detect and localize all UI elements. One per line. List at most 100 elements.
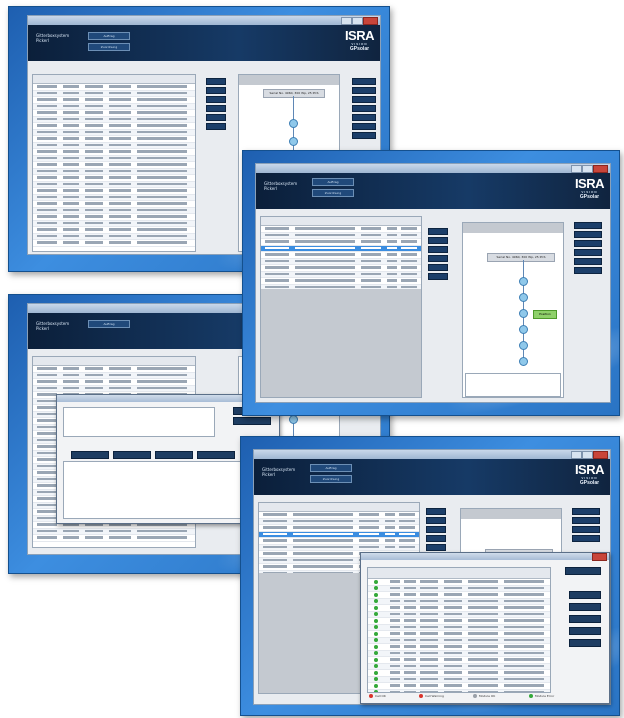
table-cell	[390, 684, 400, 687]
header-button-assign[interactable]: Zuordnung	[312, 189, 354, 197]
window-minimize-icon[interactable]	[571, 165, 582, 173]
tree-node[interactable]	[519, 341, 528, 350]
table-cell	[63, 367, 79, 370]
dialog-action-button[interactable]	[197, 451, 235, 459]
header-button-assign[interactable]: Zuordnung	[310, 475, 352, 483]
side-button[interactable]	[206, 78, 226, 85]
selected-position-node[interactable]: Position	[533, 310, 557, 319]
table-row[interactable]	[33, 240, 195, 247]
table-row[interactable]	[368, 689, 550, 692]
side-button[interactable]	[428, 228, 448, 235]
side-button[interactable]	[574, 258, 602, 265]
side-button[interactable]	[206, 96, 226, 103]
data-table[interactable]	[32, 74, 196, 252]
side-button[interactable]	[352, 105, 376, 112]
table-cell	[504, 593, 544, 596]
table-cell	[390, 651, 400, 654]
side-button[interactable]	[572, 508, 600, 515]
tree-node[interactable]	[289, 415, 298, 424]
table-cell	[361, 227, 381, 230]
window-minimize-icon[interactable]	[341, 17, 352, 25]
table-cell	[444, 580, 462, 583]
side-button[interactable]	[574, 249, 602, 256]
tree-node[interactable]	[519, 293, 528, 302]
side-button[interactable]	[206, 123, 226, 130]
side-button[interactable]	[428, 237, 448, 244]
side-button[interactable]	[352, 114, 376, 121]
side-button[interactable]	[426, 517, 446, 524]
table-cell	[504, 671, 544, 674]
window-close-icon[interactable]	[363, 17, 378, 25]
header-button-order[interactable]: Auftrag	[312, 178, 354, 186]
window-maximize-icon[interactable]	[352, 17, 363, 25]
side-button[interactable]	[574, 267, 602, 274]
table-body	[33, 84, 195, 247]
table-cell	[63, 373, 79, 376]
header-button-order[interactable]: Auftrag	[88, 32, 130, 40]
side-button[interactable]	[428, 264, 448, 271]
tree-node-root[interactable]: Serial No. 4960, 300 Wp, 25 PCS	[263, 89, 325, 98]
tree-node[interactable]	[519, 277, 528, 286]
tree-node[interactable]	[519, 325, 528, 334]
table-row[interactable]	[33, 535, 195, 542]
tree-node[interactable]	[289, 119, 298, 128]
dialog-action-button[interactable]	[113, 451, 151, 459]
table-cell	[109, 529, 131, 532]
table-cell	[263, 539, 287, 542]
dialog-side-button[interactable]	[569, 591, 601, 599]
table-cell	[137, 143, 187, 146]
dialog-top-button[interactable]	[565, 567, 601, 575]
order-table[interactable]	[260, 216, 422, 398]
dialog-side-button[interactable]	[569, 603, 601, 611]
dialog-cancel-button[interactable]	[233, 417, 271, 425]
results-table[interactable]	[367, 567, 551, 693]
side-button[interactable]	[206, 105, 226, 112]
dialog-action-button[interactable]	[71, 451, 109, 459]
table-cell	[444, 677, 462, 680]
tree-node[interactable]	[289, 137, 298, 146]
window-close-icon[interactable]	[593, 451, 608, 459]
table-cell	[109, 143, 131, 146]
header-button-assign[interactable]: Zuordnung	[88, 43, 130, 51]
side-button[interactable]	[352, 132, 376, 139]
table-cell	[401, 285, 417, 288]
dialog-side-button[interactable]	[569, 639, 601, 647]
side-button[interactable]	[574, 222, 602, 229]
table-cell	[390, 625, 400, 628]
dialog-side-button[interactable]	[569, 615, 601, 623]
window-maximize-icon[interactable]	[582, 451, 593, 459]
side-button[interactable]	[352, 78, 376, 85]
tree-node[interactable]	[519, 309, 528, 318]
side-button[interactable]	[352, 123, 376, 130]
window-maximize-icon[interactable]	[582, 165, 593, 173]
side-button[interactable]	[426, 526, 446, 533]
side-button[interactable]	[572, 535, 600, 542]
table-cell	[420, 586, 438, 589]
side-button[interactable]	[206, 87, 226, 94]
header-button-order[interactable]: Auftrag	[88, 320, 130, 328]
side-button[interactable]	[574, 240, 602, 247]
side-button[interactable]	[574, 231, 602, 238]
side-button[interactable]	[428, 255, 448, 262]
side-button[interactable]	[426, 508, 446, 515]
side-button[interactable]	[206, 114, 226, 121]
table-cell	[263, 519, 287, 522]
dialog-side-button[interactable]	[569, 627, 601, 635]
side-button[interactable]	[352, 87, 376, 94]
window-close-icon[interactable]	[592, 553, 607, 561]
side-button[interactable]	[426, 535, 446, 542]
window-minimize-icon[interactable]	[571, 451, 582, 459]
side-button[interactable]	[572, 526, 600, 533]
tree-node[interactable]	[519, 357, 528, 366]
side-button[interactable]	[426, 544, 446, 551]
side-button[interactable]	[428, 246, 448, 253]
header-button-order[interactable]: Auftrag	[310, 464, 352, 472]
dialog-action-button[interactable]	[155, 451, 193, 459]
side-button[interactable]	[428, 273, 448, 280]
tree-node-root[interactable]: Serial No. 4960, 300 Wp, 25 PCS	[487, 253, 555, 262]
window-close-icon[interactable]	[593, 165, 608, 173]
side-button[interactable]	[572, 517, 600, 524]
side-button[interactable]	[352, 96, 376, 103]
status-dot-icon	[374, 631, 378, 636]
tree-view[interactable]: Serial No. 4960, 300 Wp, 25 PCS Position	[462, 222, 564, 398]
